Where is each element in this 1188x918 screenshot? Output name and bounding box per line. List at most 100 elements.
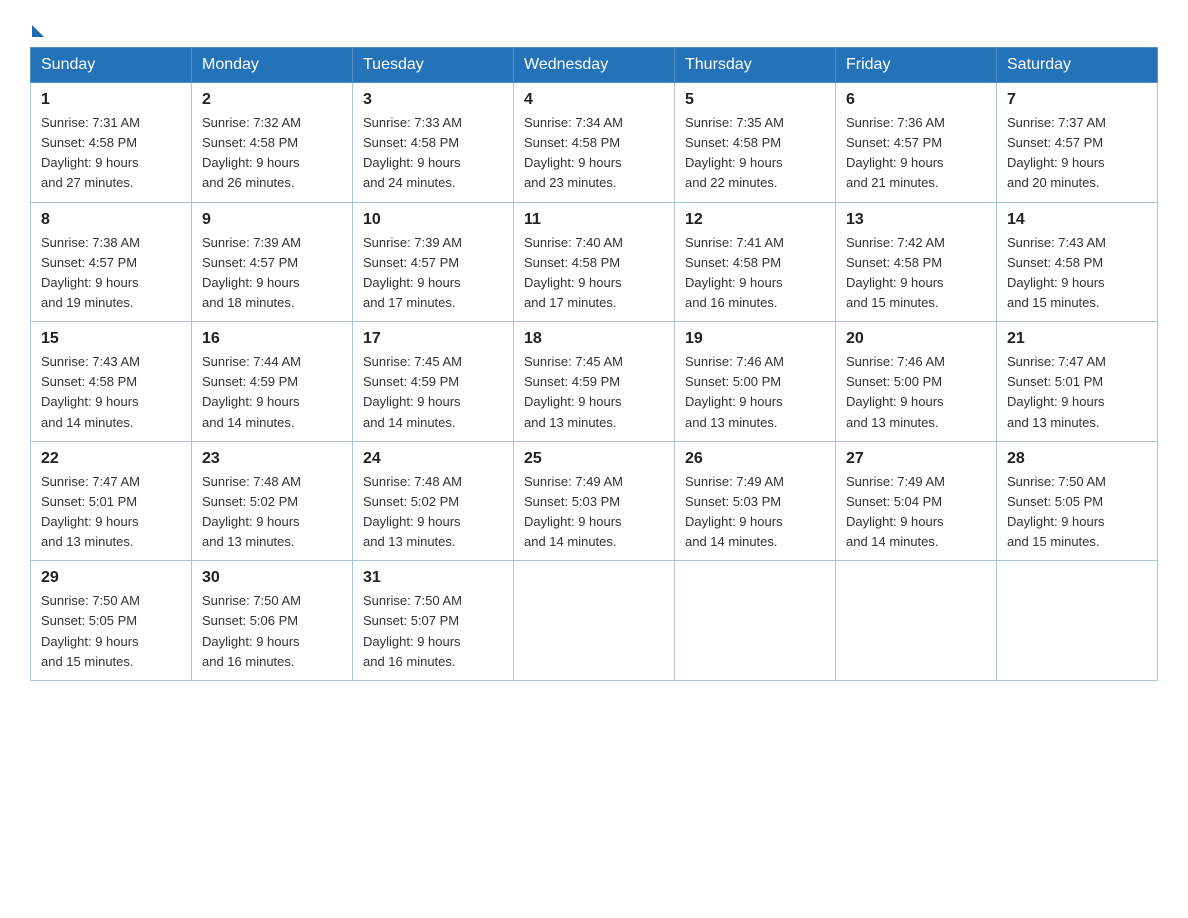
day-number: 12 <box>685 211 825 229</box>
calendar-header-friday: Friday <box>836 48 997 83</box>
calendar-cell: 3 Sunrise: 7:33 AMSunset: 4:58 PMDaylight… <box>353 83 514 203</box>
day-number: 2 <box>202 91 342 109</box>
calendar-cell <box>836 561 997 681</box>
day-number: 28 <box>1007 450 1147 468</box>
calendar-cell: 6Sunrise: 7:36 AMSunset: 4:57 PMDaylight… <box>836 83 997 203</box>
calendar-cell: 19 Sunrise: 7:46 AMSunset: 5:00 PMDayligh… <box>675 322 836 442</box>
day-info: Sunrise: 7:49 AMSunset: 5:03 PMDaylight:… <box>685 472 825 553</box>
day-info: Sunrise: 7:48 AMSunset: 5:02 PMDaylight:… <box>363 472 503 553</box>
calendar-cell: 12 Sunrise: 7:41 AMSunset: 4:58 PMDayligh… <box>675 202 836 322</box>
calendar-cell: 17Sunrise: 7:45 AMSunset: 4:59 PMDayligh… <box>353 322 514 442</box>
calendar-week-row: 8Sunrise: 7:38 AMSunset: 4:57 PMDaylight… <box>31 202 1158 322</box>
calendar-cell: 9 Sunrise: 7:39 AMSunset: 4:57 PMDaylight… <box>192 202 353 322</box>
day-info: Sunrise: 7:42 AMSunset: 4:58 PMDaylight:… <box>846 233 986 314</box>
day-number: 31 <box>363 569 503 587</box>
day-info: Sunrise: 7:48 AMSunset: 5:02 PMDaylight:… <box>202 472 342 553</box>
day-number: 29 <box>41 569 181 587</box>
calendar-cell: 18 Sunrise: 7:45 AMSunset: 4:59 PMDayligh… <box>514 322 675 442</box>
calendar-week-row: 22 Sunrise: 7:47 AMSunset: 5:01 PMDayligh… <box>31 441 1158 561</box>
calendar-cell: 4 Sunrise: 7:34 AMSunset: 4:58 PMDaylight… <box>514 83 675 203</box>
calendar-header-wednesday: Wednesday <box>514 48 675 83</box>
calendar-week-row: 15 Sunrise: 7:43 AMSunset: 4:58 PMDayligh… <box>31 322 1158 442</box>
day-info: Sunrise: 7:39 AMSunset: 4:57 PMDaylight:… <box>202 233 342 314</box>
day-number: 7 <box>1007 91 1147 109</box>
calendar-cell: 22 Sunrise: 7:47 AMSunset: 5:01 PMDayligh… <box>31 441 192 561</box>
calendar-cell: 27 Sunrise: 7:49 AMSunset: 5:04 PMDayligh… <box>836 441 997 561</box>
day-number: 15 <box>41 330 181 348</box>
day-info: Sunrise: 7:41 AMSunset: 4:58 PMDaylight:… <box>685 233 825 314</box>
day-number: 4 <box>524 91 664 109</box>
day-number: 20 <box>846 330 986 348</box>
calendar-cell: 24Sunrise: 7:48 AMSunset: 5:02 PMDayligh… <box>353 441 514 561</box>
calendar-cell: 16Sunrise: 7:44 AMSunset: 4:59 PMDayligh… <box>192 322 353 442</box>
calendar-cell: 21 Sunrise: 7:47 AMSunset: 5:01 PMDayligh… <box>997 322 1158 442</box>
day-number: 19 <box>685 330 825 348</box>
day-number: 11 <box>524 211 664 229</box>
day-number: 18 <box>524 330 664 348</box>
calendar-header-tuesday: Tuesday <box>353 48 514 83</box>
calendar-cell: 2 Sunrise: 7:32 AMSunset: 4:58 PMDaylight… <box>192 83 353 203</box>
calendar-header-monday: Monday <box>192 48 353 83</box>
calendar-cell: 1Sunrise: 7:31 AMSunset: 4:58 PMDaylight… <box>31 83 192 203</box>
day-info: Sunrise: 7:39 AMSunset: 4:57 PMDaylight:… <box>363 233 503 314</box>
calendar-cell: 13 Sunrise: 7:42 AMSunset: 4:58 PMDayligh… <box>836 202 997 322</box>
day-number: 23 <box>202 450 342 468</box>
day-info: Sunrise: 7:50 AMSunset: 5:05 PMDaylight:… <box>1007 472 1147 553</box>
day-info: Sunrise: 7:50 AMSunset: 5:07 PMDaylight:… <box>363 591 503 672</box>
calendar-week-row: 1Sunrise: 7:31 AMSunset: 4:58 PMDaylight… <box>31 83 1158 203</box>
calendar-cell: 8Sunrise: 7:38 AMSunset: 4:57 PMDaylight… <box>31 202 192 322</box>
calendar-table: SundayMondayTuesdayWednesdayThursdayFrid… <box>30 47 1158 681</box>
day-info: Sunrise: 7:43 AMSunset: 4:58 PMDaylight:… <box>1007 233 1147 314</box>
day-number: 21 <box>1007 330 1147 348</box>
page-header <box>30 20 1158 37</box>
day-info: Sunrise: 7:47 AMSunset: 5:01 PMDaylight:… <box>1007 352 1147 433</box>
calendar-cell: 25Sunrise: 7:49 AMSunset: 5:03 PMDayligh… <box>514 441 675 561</box>
calendar-cell: 5Sunrise: 7:35 AMSunset: 4:58 PMDaylight… <box>675 83 836 203</box>
calendar-cell <box>675 561 836 681</box>
day-number: 13 <box>846 211 986 229</box>
calendar-cell: 23 Sunrise: 7:48 AMSunset: 5:02 PMDayligh… <box>192 441 353 561</box>
logo <box>30 20 46 37</box>
calendar-cell: 7 Sunrise: 7:37 AMSunset: 4:57 PMDaylight… <box>997 83 1158 203</box>
day-number: 26 <box>685 450 825 468</box>
day-info: Sunrise: 7:45 AMSunset: 4:59 PMDaylight:… <box>363 352 503 433</box>
day-info: Sunrise: 7:50 AMSunset: 5:06 PMDaylight:… <box>202 591 342 672</box>
logo-triangle-icon <box>32 25 44 37</box>
calendar-cell <box>514 561 675 681</box>
day-info: Sunrise: 7:45 AMSunset: 4:59 PMDaylight:… <box>524 352 664 433</box>
day-number: 6 <box>846 91 986 109</box>
day-number: 3 <box>363 91 503 109</box>
day-info: Sunrise: 7:47 AMSunset: 5:01 PMDaylight:… <box>41 472 181 553</box>
calendar-header-saturday: Saturday <box>997 48 1158 83</box>
day-info: Sunrise: 7:38 AMSunset: 4:57 PMDaylight:… <box>41 233 181 314</box>
calendar-cell: 14 Sunrise: 7:43 AMSunset: 4:58 PMDayligh… <box>997 202 1158 322</box>
calendar-cell: 31 Sunrise: 7:50 AMSunset: 5:07 PMDayligh… <box>353 561 514 681</box>
day-info: Sunrise: 7:35 AMSunset: 4:58 PMDaylight:… <box>685 113 825 194</box>
day-info: Sunrise: 7:37 AMSunset: 4:57 PMDaylight:… <box>1007 113 1147 194</box>
calendar-cell: 30 Sunrise: 7:50 AMSunset: 5:06 PMDayligh… <box>192 561 353 681</box>
day-info: Sunrise: 7:32 AMSunset: 4:58 PMDaylight:… <box>202 113 342 194</box>
day-number: 9 <box>202 211 342 229</box>
day-info: Sunrise: 7:34 AMSunset: 4:58 PMDaylight:… <box>524 113 664 194</box>
calendar-header-thursday: Thursday <box>675 48 836 83</box>
calendar-cell <box>997 561 1158 681</box>
day-info: Sunrise: 7:33 AMSunset: 4:58 PMDaylight:… <box>363 113 503 194</box>
calendar-cell: 11 Sunrise: 7:40 AMSunset: 4:58 PMDayligh… <box>514 202 675 322</box>
day-info: Sunrise: 7:43 AMSunset: 4:58 PMDaylight:… <box>41 352 181 433</box>
day-info: Sunrise: 7:50 AMSunset: 5:05 PMDaylight:… <box>41 591 181 672</box>
calendar-cell: 29 Sunrise: 7:50 AMSunset: 5:05 PMDayligh… <box>31 561 192 681</box>
day-info: Sunrise: 7:46 AMSunset: 5:00 PMDaylight:… <box>846 352 986 433</box>
calendar-cell: 15 Sunrise: 7:43 AMSunset: 4:58 PMDayligh… <box>31 322 192 442</box>
day-number: 30 <box>202 569 342 587</box>
logo-text <box>30 25 46 37</box>
day-number: 14 <box>1007 211 1147 229</box>
calendar-cell: 10Sunrise: 7:39 AMSunset: 4:57 PMDayligh… <box>353 202 514 322</box>
calendar-cell: 28 Sunrise: 7:50 AMSunset: 5:05 PMDayligh… <box>997 441 1158 561</box>
day-number: 27 <box>846 450 986 468</box>
day-number: 22 <box>41 450 181 468</box>
day-info: Sunrise: 7:31 AMSunset: 4:58 PMDaylight:… <box>41 113 181 194</box>
day-info: Sunrise: 7:49 AMSunset: 5:04 PMDaylight:… <box>846 472 986 553</box>
day-info: Sunrise: 7:46 AMSunset: 5:00 PMDaylight:… <box>685 352 825 433</box>
day-info: Sunrise: 7:49 AMSunset: 5:03 PMDaylight:… <box>524 472 664 553</box>
day-info: Sunrise: 7:40 AMSunset: 4:58 PMDaylight:… <box>524 233 664 314</box>
